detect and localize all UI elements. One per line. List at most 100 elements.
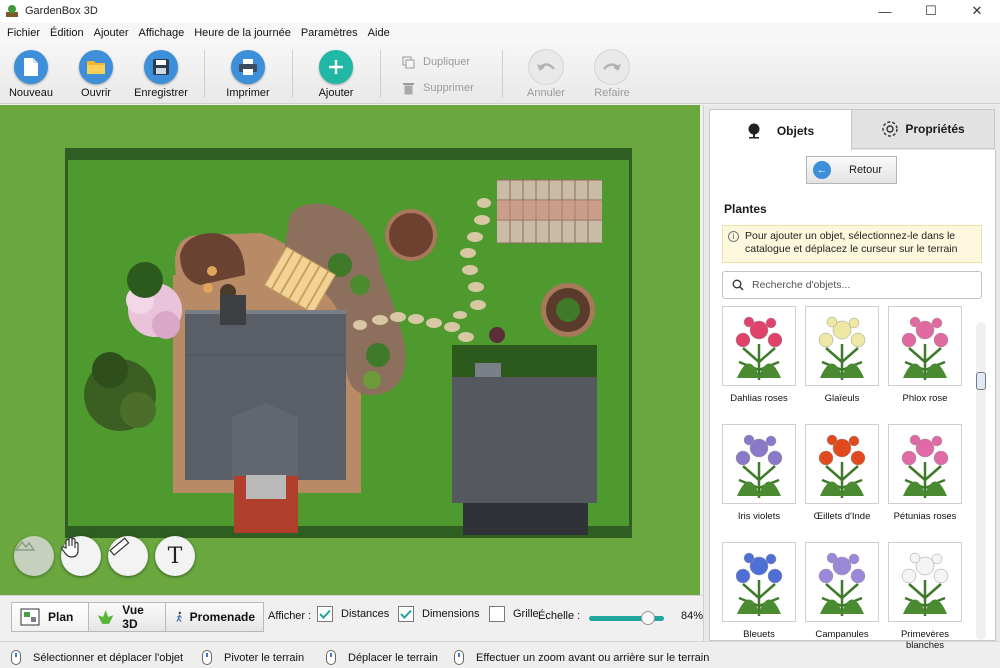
gear-icon [882, 121, 899, 137]
maximize-button[interactable]: ☐ [908, 0, 954, 22]
zoom-slider-thumb[interactable] [641, 611, 655, 625]
print-button[interactable]: Imprimer [212, 50, 284, 99]
save-button[interactable]: Enregistrer [125, 50, 197, 99]
plant-name: Bleuets [743, 629, 775, 640]
status-rotate: Pivoter le terrain [202, 650, 304, 665]
menu-view[interactable]: Affichage [134, 27, 190, 39]
plant-name: Iris violets [737, 511, 781, 522]
plant-thumbnail[interactable] [722, 306, 796, 386]
hand-icon [61, 536, 79, 558]
display-label: Afficher : [268, 610, 312, 622]
mouse-wheel-icon [454, 650, 464, 665]
tab-plan[interactable]: Plan [11, 602, 89, 632]
plant-name: Pétunias roses [893, 511, 957, 522]
menu-add[interactable]: Ajouter [89, 27, 134, 39]
ruler-tool-button[interactable] [108, 536, 148, 576]
search-input[interactable] [752, 279, 972, 291]
plant-thumbnail[interactable] [722, 424, 796, 504]
mouse-middle-icon [326, 650, 336, 665]
plant-card[interactable]: Dahlias roses [721, 306, 797, 404]
plant-thumbnail[interactable] [888, 424, 962, 504]
toolbar: Nouveau Ouvrir Enregistrer Imprimer Ajou… [0, 44, 1000, 104]
new-document-icon [14, 50, 48, 84]
plant-card[interactable]: Bleuets [721, 542, 797, 640]
tab-walk[interactable]: Promenade [165, 602, 264, 632]
menu-edit[interactable]: Édition [45, 27, 89, 39]
menu-file[interactable]: Fichier [2, 27, 45, 39]
plant-thumbnail[interactable] [805, 306, 879, 386]
plant-thumbnail[interactable] [722, 542, 796, 622]
info-icon: i [728, 231, 739, 242]
tab-properties[interactable]: Propriétés [851, 109, 995, 149]
plant-thumbnail[interactable] [805, 542, 879, 622]
mouse-right-icon [202, 650, 212, 665]
status-move: Déplacer le terrain [326, 650, 438, 665]
plant-card[interactable]: Œillets d'Inde [804, 424, 880, 522]
plant-card[interactable]: Pétunias roses [887, 424, 963, 522]
plant-thumbnail[interactable] [888, 306, 962, 386]
catalog-scrollbar[interactable] [976, 322, 986, 640]
back-button[interactable]: ← Retour [806, 156, 897, 184]
catalog-scrollbar-thumb[interactable] [976, 372, 986, 390]
dimensions-check-icon [398, 606, 414, 622]
search-field[interactable] [722, 271, 982, 299]
floppy-disk-icon [144, 50, 178, 84]
plant-card[interactable]: Glaïeuls [804, 306, 880, 404]
plant-card[interactable]: Iris violets [721, 424, 797, 522]
minimize-button[interactable]: — [862, 0, 908, 22]
plant-card[interactable]: Primevères blanches [887, 542, 963, 651]
window-title: GardenBox 3D [25, 5, 98, 17]
status-select: Sélectionner et déplacer l'objet [11, 650, 183, 665]
menu-time-of-day[interactable]: Heure de la journée [189, 27, 296, 39]
grid-checkbox[interactable]: Grille [489, 606, 539, 622]
undo-icon [529, 50, 563, 84]
plant-name: Primevères blanches [900, 629, 950, 651]
trash-icon [401, 81, 415, 95]
plant-thumbnail[interactable] [888, 542, 962, 622]
zoom-slider[interactable] [589, 611, 664, 625]
add-button[interactable]: Ajouter [300, 50, 372, 99]
3d-view-icon [97, 610, 114, 624]
status-bar: Sélectionner et déplacer l'objet Pivoter… [0, 641, 1000, 668]
status-zoom: Effectuer un zoom avant ou arrière sur l… [454, 650, 709, 665]
menu-bar: Fichier Édition Ajouter Affichage Heure … [0, 22, 1000, 44]
distances-check-icon [317, 606, 333, 622]
plan-icon [20, 608, 40, 626]
scale-label: Échelle : [538, 610, 581, 622]
terrain-tool-button[interactable] [14, 536, 54, 576]
open-button[interactable]: Ouvrir [60, 50, 132, 99]
distances-checkbox[interactable]: Distances [317, 606, 389, 622]
tab-3d-view[interactable]: Vue 3D [88, 602, 166, 632]
plant-card[interactable]: Phlox rose [887, 306, 963, 404]
objects-panel: Objets Propriétés ← Retour Plantes i Pou… [703, 105, 1000, 651]
title-bar: GardenBox 3D — ☐ ✕ [0, 0, 1000, 22]
text-tool-button[interactable]: T [155, 536, 195, 576]
duplicate-button[interactable]: Dupliquer [401, 55, 470, 69]
hand-tool-button[interactable] [61, 536, 101, 576]
printer-icon [231, 50, 265, 84]
folder-icon [79, 50, 113, 84]
plant-card[interactable]: Campanules [804, 542, 880, 640]
dimensions-checkbox[interactable]: Dimensions [398, 606, 479, 622]
plant-name: Glaïeuls [824, 393, 860, 404]
duplicate-icon [401, 55, 415, 69]
plant-name: Campanules [815, 629, 869, 640]
catalog-panel-body: ← Retour Plantes i Pour ajouter un objet… [709, 150, 996, 651]
menu-settings[interactable]: Paramètres [296, 27, 363, 39]
search-icon [732, 279, 744, 291]
tab-objects[interactable]: Objets [709, 109, 852, 151]
close-button[interactable]: ✕ [954, 0, 1000, 22]
new-button[interactable]: Nouveau [0, 50, 67, 99]
menu-help[interactable]: Aide [363, 27, 395, 39]
plant-thumbnail[interactable] [805, 424, 879, 504]
garden-plan-drawing [65, 148, 632, 538]
undo-button[interactable]: Annuler [510, 50, 582, 99]
garden-plan-canvas[interactable]: T [0, 105, 700, 595]
info-hint: i Pour ajouter un objet, sélectionnez-le… [722, 225, 982, 263]
plant-name: Phlox rose [902, 393, 948, 404]
walking-person-icon [176, 611, 182, 622]
plant-name: Œillets d'Inde [813, 511, 871, 522]
redo-button[interactable]: Refaire [576, 50, 648, 99]
app-logo-icon [6, 5, 18, 17]
delete-button[interactable]: Supprimer [401, 81, 474, 95]
